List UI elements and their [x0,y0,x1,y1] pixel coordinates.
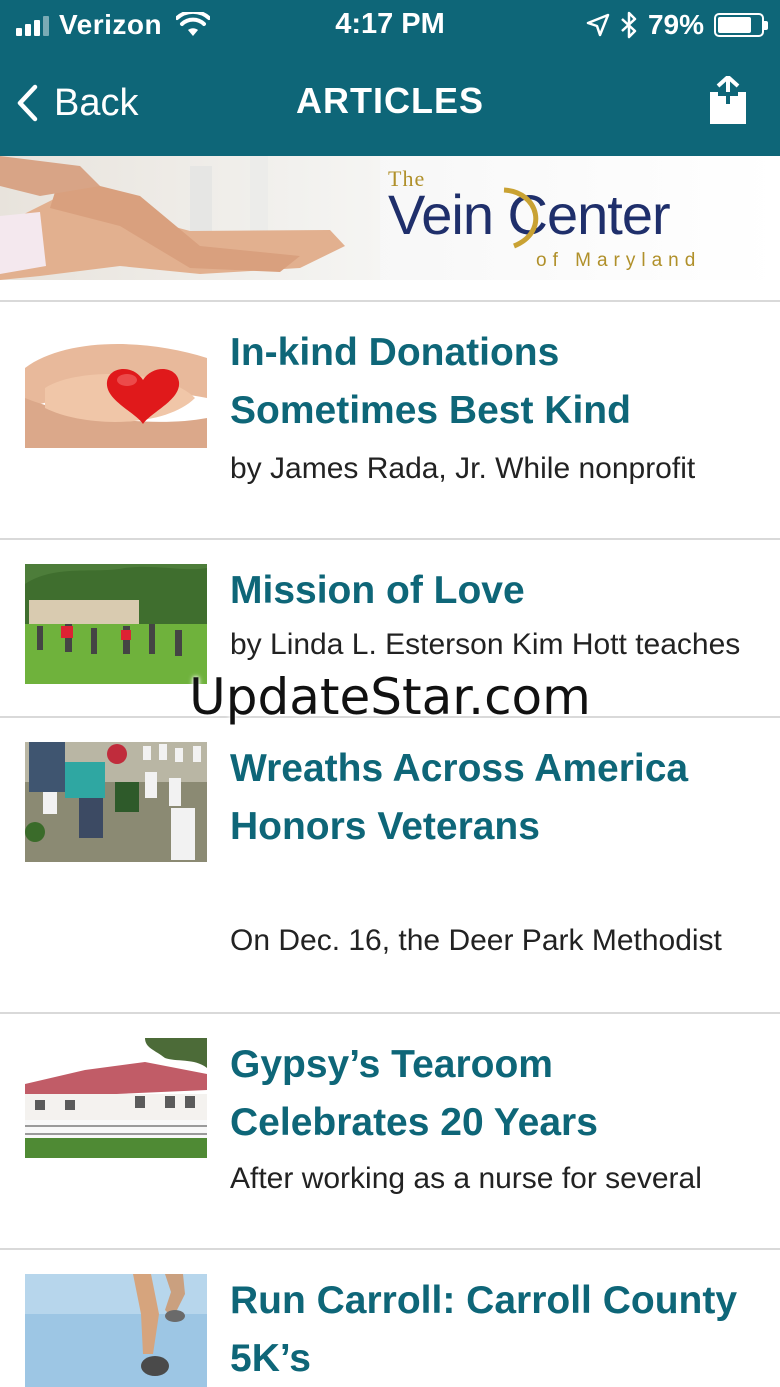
article-thumbnail [25,328,207,448]
article-excerpt: After working as a nurse for several [230,1162,702,1195]
logo-swoosh-icon [503,187,539,249]
status-bar: Verizon 4:17 PM 79% [0,0,780,52]
article-row[interactable]: Wreaths Across America Honors Veterans O… [0,718,780,1012]
status-right-group: 79% [586,8,768,42]
article-thumbnail [25,564,207,684]
nav-bar: Back ARTICLES [0,52,780,156]
article-row[interactable]: Run Carroll: Carroll County 5K’s [0,1250,780,1387]
article-excerpt: On Dec. 16, the Deer Park Methodist [230,924,722,957]
article-title: Gypsy’s Tearoom Celebrates 20 Years [230,1043,598,1144]
article-excerpt: by Linda L. Esterson Kim Hott teaches [230,628,741,661]
article-title: Run Carroll: Carroll County 5K’s [230,1279,738,1380]
article-thumbnail [25,742,207,862]
article-thumbnail [25,1274,207,1387]
banner-legs-photo [0,156,380,280]
battery-level-fill [718,17,752,33]
article-row[interactable]: In-kind Donations Sometimes Best Kind by… [0,302,780,538]
article-excerpt: by James Rada, Jr. While nonprofit [230,452,696,485]
bluetooth-icon [621,11,637,39]
page-title: ARTICLES [296,80,484,121]
watermark-text: UpdateStar.com [189,668,591,726]
article-title: In-kind Donations Sometimes Best Kind [230,331,631,432]
article-title: Wreaths Across America Honors Veterans [230,747,689,848]
battery-icon [714,13,768,37]
vein-center-logo: The Vein Center of Maryland [384,162,744,276]
location-icon [586,13,610,37]
share-icon[interactable] [708,76,748,126]
article-row[interactable]: Gypsy’s Tearoom Celebrates 20 Years Afte… [0,1014,780,1248]
article-thumbnail [25,1038,207,1158]
battery-percent: 79% [647,9,704,40]
article-title: Mission of Love [230,569,525,612]
banner-ad[interactable]: The Vein Center of Maryland [0,156,780,280]
logo-subtitle: of Maryland [536,250,702,271]
